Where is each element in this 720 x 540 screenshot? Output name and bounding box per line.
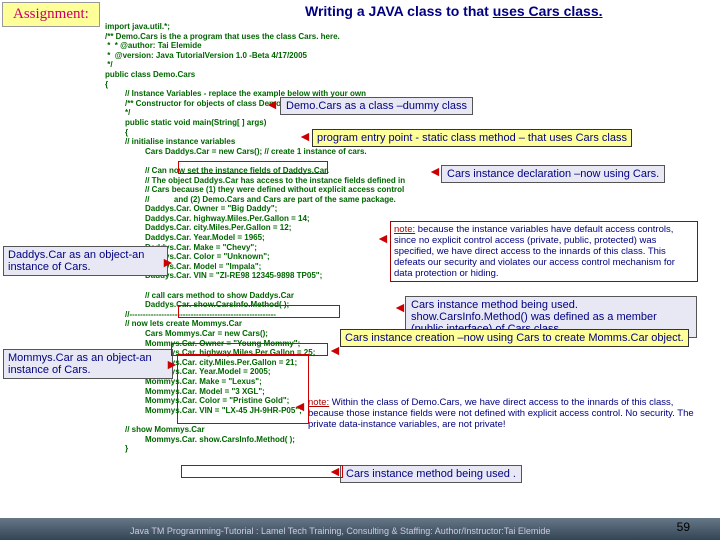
annotation-entry-point: program entry point - static class metho… bbox=[312, 129, 632, 147]
arrow-icon: ◄ bbox=[328, 342, 342, 358]
assignment-label: Assignment: bbox=[2, 2, 100, 27]
title-underline: uses Cars class. bbox=[493, 3, 603, 19]
arrow-icon: ◄ bbox=[393, 299, 407, 315]
note-label: note: bbox=[308, 397, 329, 408]
footer-text: Java TM Programming-Tutorial : Lamel Tec… bbox=[130, 526, 550, 536]
annotation-instance-creation: Cars instance creation –now using Cars t… bbox=[340, 329, 689, 347]
note-access-1: note: because the instance variables hav… bbox=[390, 221, 698, 282]
highlight-box bbox=[178, 161, 328, 174]
slide-title: Writing a JAVA class to that uses Cars c… bbox=[305, 3, 603, 19]
page-number: 59 bbox=[677, 520, 690, 534]
highlight-box bbox=[177, 354, 309, 424]
arrow-icon: ◄ bbox=[298, 128, 312, 144]
label-mommys-car: Mommys.Car as an object-an instance of C… bbox=[3, 349, 173, 379]
note-access-2: note: Within the class of Demo.Cars, we … bbox=[305, 395, 701, 432]
note-label: note: bbox=[394, 224, 415, 235]
annotation-instance-declaration: Cars instance declaration –now using Car… bbox=[441, 165, 665, 183]
annotation-democars-class: Demo.Cars as a class –dummy class bbox=[280, 97, 473, 115]
arrow-icon: ◄ bbox=[428, 163, 442, 179]
highlight-box bbox=[181, 465, 343, 478]
annotation-instance-method-2: Cars instance method being used . bbox=[340, 465, 522, 483]
arrow-icon: ► bbox=[165, 356, 179, 372]
highlight-box bbox=[171, 343, 328, 356]
arrow-icon: ► bbox=[161, 254, 175, 270]
note-text: Within the class of Demo.Cars, we have d… bbox=[308, 397, 694, 430]
arrow-icon: ◄ bbox=[265, 96, 279, 112]
label-daddys-car: Daddys.Car as an object-an instance of C… bbox=[3, 246, 168, 276]
highlight-box bbox=[178, 305, 340, 318]
arrow-icon: ◄ bbox=[328, 463, 342, 479]
title-pre: Writing a JAVA class to that bbox=[305, 3, 493, 19]
note-text: because the instance variables have defa… bbox=[394, 224, 675, 279]
arrow-icon: ◄ bbox=[293, 398, 307, 414]
arrow-icon: ◄ bbox=[376, 230, 390, 246]
